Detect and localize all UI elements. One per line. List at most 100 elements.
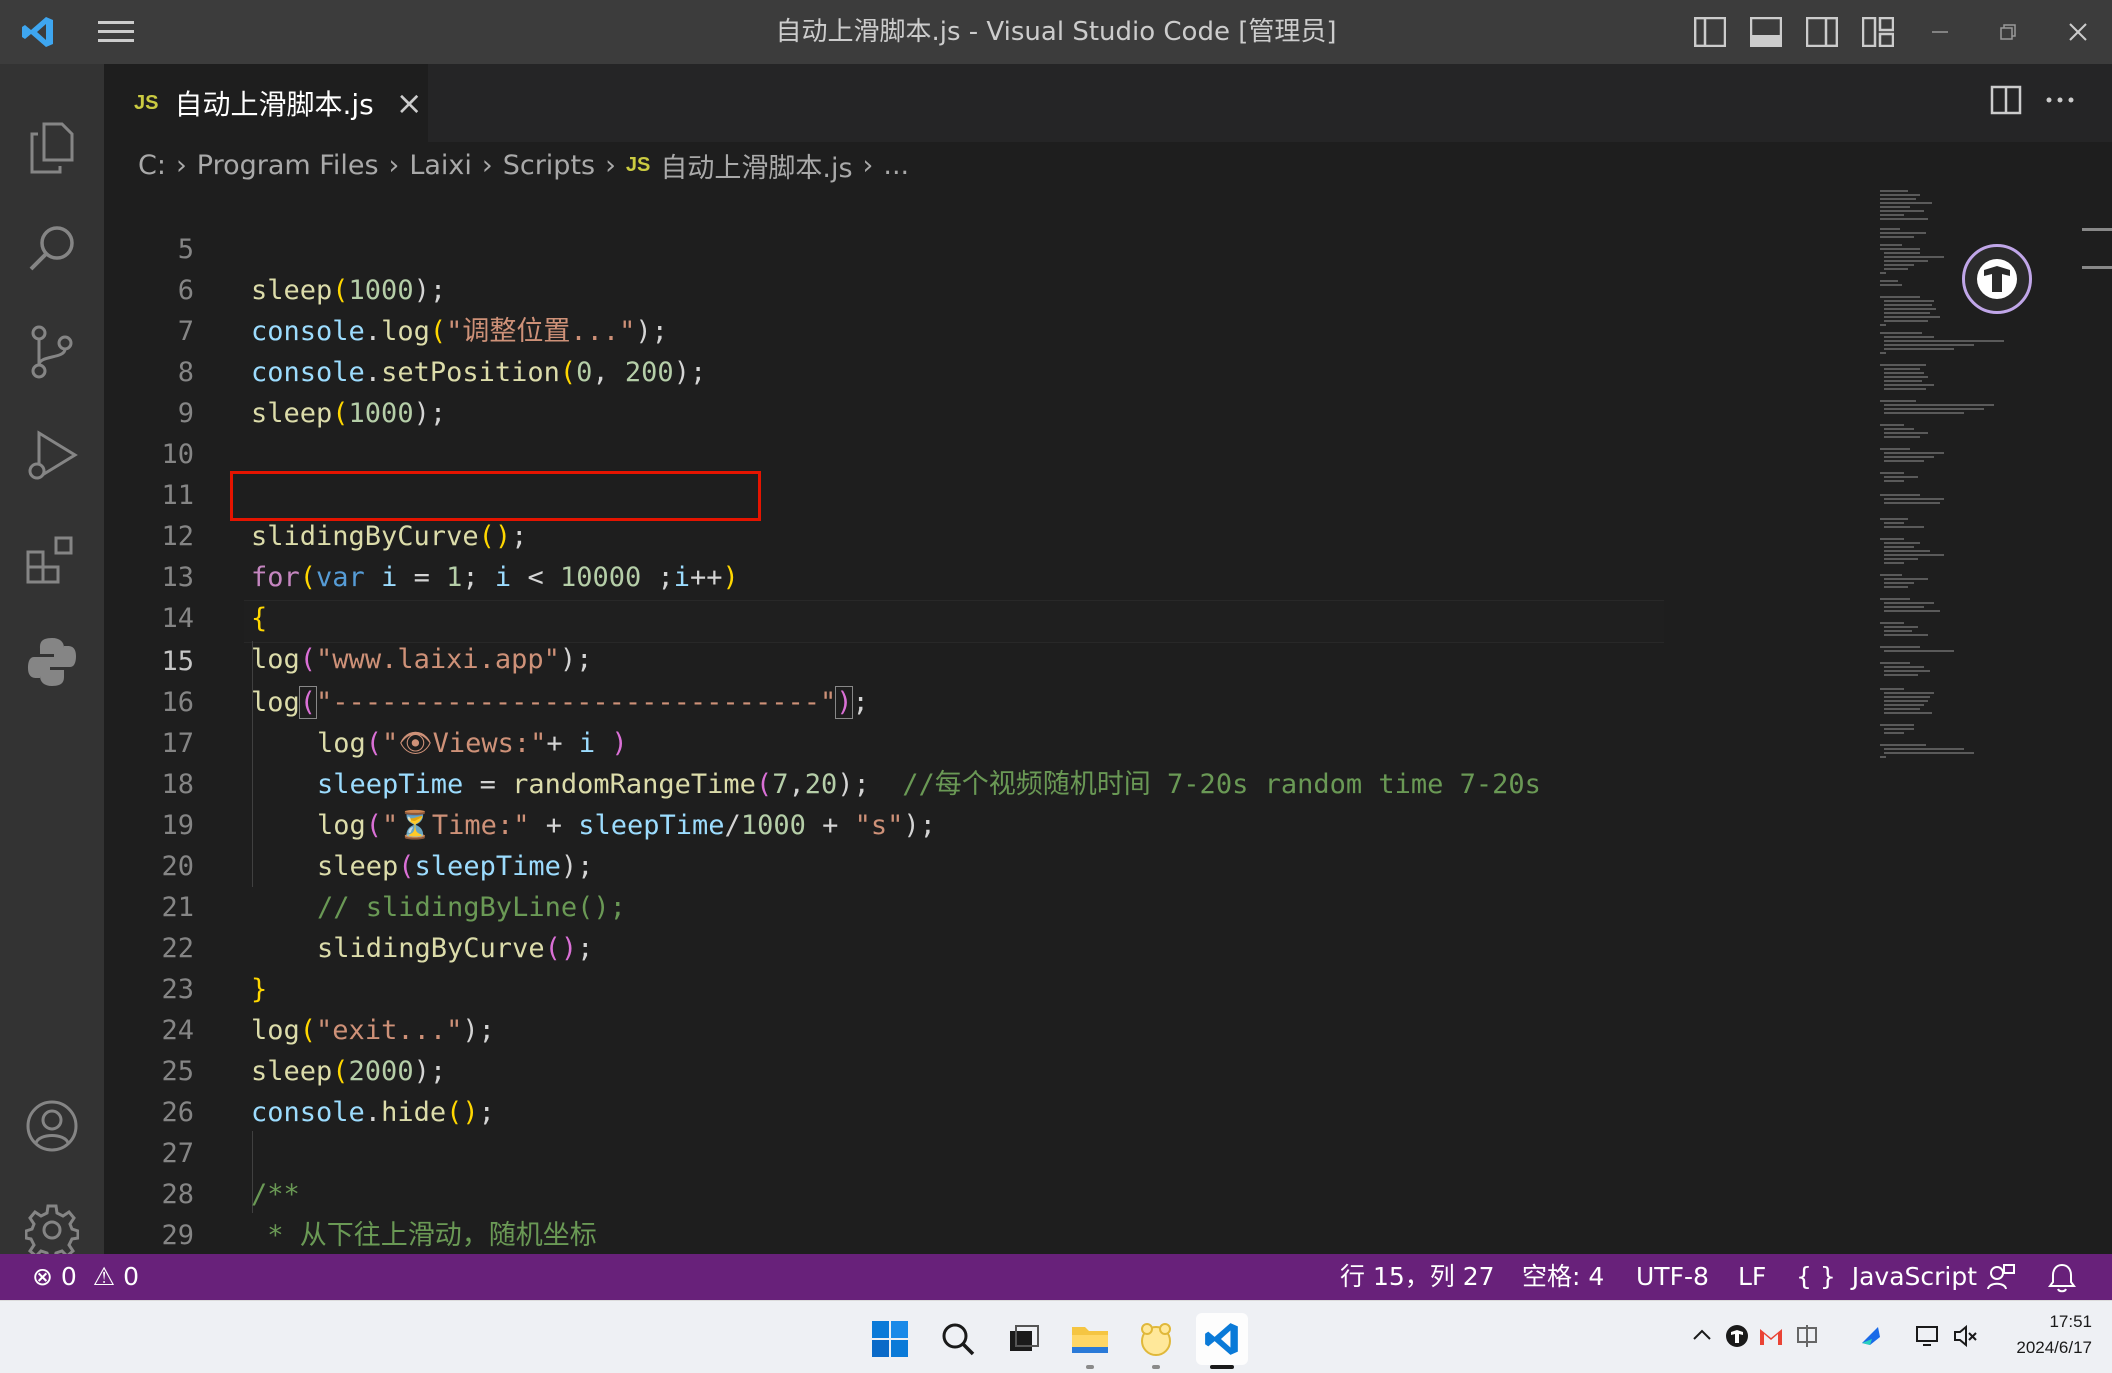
window-title: 自动上滑脚本.js - Visual Studio Code [管理员]	[775, 17, 1337, 47]
code-line: 9	[177, 398, 194, 429]
clock-time: 17:51	[2049, 1312, 2092, 1331]
indentation-setting[interactable]: 空格: 4	[1522, 1254, 1604, 1300]
run-debug-icon[interactable]	[20, 424, 84, 488]
breadcrumb-item[interactable]: 自动上滑脚本.js	[660, 146, 852, 185]
running-indicator	[1086, 1365, 1094, 1369]
breadcrumb-item[interactable]: Laixi	[409, 150, 472, 181]
search-icon[interactable]	[20, 216, 84, 280]
breadcrumb-item[interactable]: Program Files	[197, 150, 379, 181]
split-editor-icon[interactable]	[1990, 84, 2026, 120]
settings-gear-icon[interactable]	[20, 1198, 84, 1262]
source-control-icon[interactable]	[20, 320, 84, 384]
feishu-tray-icon[interactable]	[1858, 1323, 1884, 1349]
code-line: 23 log("exit...");	[161, 974, 495, 1046]
tab-active-file[interactable]: JS 自动上滑脚本.js ×	[104, 64, 428, 142]
code-line: 18 log("⏳Time:" + sleepTime/1000 + "s");	[161, 769, 936, 841]
code-line: 16 log("👁Views:"+ i )	[161, 687, 628, 759]
minimize-icon[interactable]	[1920, 12, 1960, 52]
encoding-setting[interactable]: UTF-8	[1636, 1254, 1709, 1300]
code-line: 30 function slidingByLine(){	[104, 1215, 1872, 1254]
laixi-app-icon[interactable]	[1130, 1313, 1182, 1365]
code-line: 20 // slidingByLine();	[161, 851, 626, 923]
windows-start-icon[interactable]	[864, 1313, 916, 1365]
clock[interactable]: 17:51 2024/6/17	[1992, 1309, 2092, 1361]
feedback-icon[interactable]	[1986, 1262, 2016, 1292]
warning-icon: ⚠	[92, 1262, 116, 1291]
ai-assistant-icon[interactable]	[1962, 244, 2032, 314]
code-line: 13 {	[161, 562, 268, 634]
status-bar: ⊗ 0 ⚠ 0 行 15，列 27 空格: 4 UTF-8 LF { } Jav…	[0, 1254, 2112, 1300]
code-editor[interactable]: 5 sleep(1000); 6 console.log("调整位置...");…	[104, 188, 1872, 1254]
code-line: 14 log("www.laixi.app");	[161, 603, 593, 675]
vertical-scrollbar[interactable]	[2072, 188, 2112, 1254]
running-indicator	[1152, 1365, 1160, 1369]
active-app-indicator	[1210, 1365, 1234, 1369]
code-line: 28 * 从下往上滑动，随机坐标	[161, 1179, 597, 1251]
chevron-right-icon: ›	[481, 149, 493, 181]
gmail-tray-icon[interactable]	[1758, 1323, 1784, 1349]
more-actions-icon[interactable]	[2044, 84, 2080, 120]
code-line: 24 sleep(2000);	[161, 1015, 447, 1087]
chevron-right-icon: ›	[388, 149, 400, 181]
js-file-icon: JS	[625, 153, 651, 176]
minimap[interactable]	[1872, 188, 2072, 1254]
volume-muted-icon[interactable]	[1952, 1323, 1978, 1349]
customize-layout-icon[interactable]	[1858, 12, 1898, 52]
code-line: 27 /**	[161, 1138, 300, 1210]
code-line: 21 slidingByCurve();	[161, 892, 594, 964]
code-line: 25 console.hide();	[161, 1056, 495, 1128]
network-icon[interactable]	[1914, 1323, 1940, 1349]
problems-indicator[interactable]: ⊗ 0 ⚠ 0	[32, 1254, 139, 1300]
tab-label: 自动上滑脚本.js	[174, 88, 374, 121]
code-line: 10	[161, 439, 194, 470]
windows-taskbar: 17:51 2024/6/17	[0, 1300, 2112, 1373]
explorer-icon[interactable]	[20, 116, 84, 180]
breadcrumb-item[interactable]: Scripts	[503, 150, 595, 181]
chevron-right-icon: ›	[175, 149, 187, 181]
code-line: 29 */	[161, 1220, 194, 1251]
task-view-icon[interactable]	[998, 1313, 1050, 1365]
show-hidden-icons-chevron-icon[interactable]	[1690, 1323, 1714, 1347]
python-icon[interactable]	[20, 630, 84, 694]
eol-setting[interactable]: LF	[1738, 1254, 1766, 1300]
code-line: 22 }	[161, 933, 268, 1005]
language-mode[interactable]: { } JavaScript	[1796, 1254, 1977, 1300]
breadcrumb-item[interactable]: C:	[138, 150, 166, 181]
annotation-highlight-box	[230, 471, 761, 521]
taskbar-search-icon[interactable]	[932, 1313, 984, 1365]
chevron-right-icon: ›	[862, 149, 874, 181]
toggle-primary-sidebar-icon[interactable]	[1690, 12, 1730, 52]
breadcrumb-item[interactable]: ...	[883, 150, 909, 181]
editor-tab-bar: JS 自动上滑脚本.js ×	[104, 64, 2112, 142]
cursor-position[interactable]: 行 15，列 27	[1340, 1254, 1495, 1300]
code-line: 7 console.setPosition(0, 200);	[177, 316, 707, 388]
braces-icon: { }	[1796, 1262, 1836, 1291]
clock-date: 2024/6/17	[2016, 1338, 2092, 1357]
code-line-active: 15 log("------------------------------")…	[161, 646, 869, 719]
toggle-secondary-sidebar-icon[interactable]	[1802, 12, 1842, 52]
input-method-icon[interactable]	[1794, 1323, 1820, 1349]
accounts-icon[interactable]	[20, 1094, 84, 1158]
extensions-icon[interactable]	[20, 528, 84, 592]
error-icon: ⊗	[32, 1262, 53, 1291]
breadcrumb: C: › Program Files › Laixi › Scripts › J…	[104, 142, 2112, 188]
scroll-indicator	[2082, 228, 2112, 231]
scroll-indicator	[2082, 266, 2112, 269]
code-line: 6 console.log("调整位置...");	[177, 275, 668, 347]
code-line: 8 sleep(1000);	[177, 357, 447, 429]
activity-bar	[0, 64, 104, 1257]
title-bar: 自动上滑脚本.js - Visual Studio Code [管理员]	[0, 0, 2112, 64]
vscode-taskbar-icon[interactable]	[1196, 1313, 1248, 1365]
code-line: 17 sleepTime = randomRangeTime(7,20); //…	[161, 728, 1541, 800]
close-tab-icon[interactable]: ×	[396, 84, 423, 122]
code-line: 5 sleep(1000);	[177, 234, 447, 306]
copilot-tray-icon[interactable]	[1724, 1323, 1750, 1349]
toggle-panel-icon[interactable]	[1746, 12, 1786, 52]
notifications-bell-icon[interactable]	[2048, 1262, 2076, 1293]
js-file-icon: JS	[134, 91, 159, 114]
file-explorer-icon[interactable]	[1064, 1313, 1116, 1365]
code-line: 19 sleep(sleepTime);	[161, 810, 594, 882]
chevron-right-icon: ›	[605, 149, 616, 181]
restore-icon[interactable]	[1988, 12, 2028, 52]
close-window-icon[interactable]	[2058, 12, 2098, 52]
